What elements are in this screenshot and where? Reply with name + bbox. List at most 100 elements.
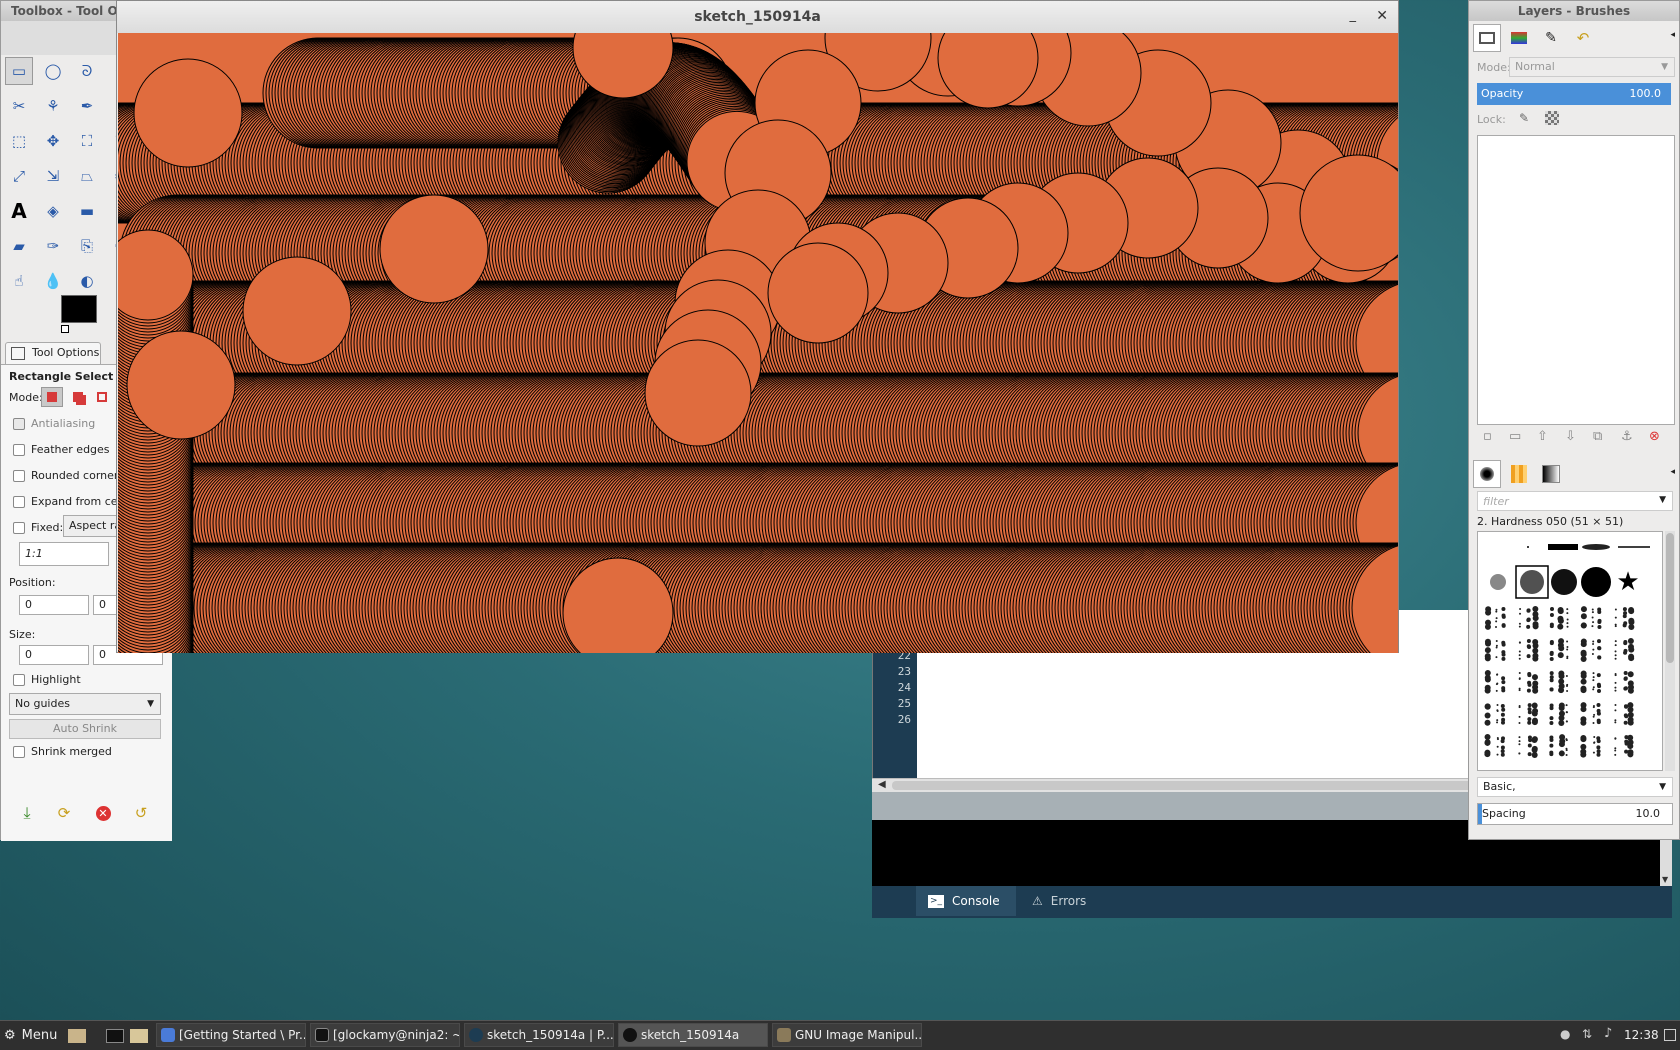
- taskbar-task[interactable]: [Getting Started \ Pr...: [156, 1023, 306, 1047]
- minimize-icon[interactable]: _: [1350, 8, 1357, 23]
- folder-icon[interactable]: [130, 1029, 148, 1043]
- layers-list[interactable]: [1477, 135, 1675, 425]
- delete-options-button[interactable]: ✕: [89, 799, 117, 827]
- scrollbar-thumb[interactable]: [892, 781, 1532, 790]
- tool-paths-button[interactable]: ✒: [73, 92, 101, 120]
- tool-rect-select-button[interactable]: ▭: [5, 57, 33, 85]
- tab-console[interactable]: >_ Console: [916, 886, 1016, 916]
- raise-layer-icon[interactable]: ⇧: [1537, 429, 1548, 444]
- tool-dodge-button[interactable]: ◐: [73, 267, 101, 295]
- mode-replace-button[interactable]: [41, 387, 63, 407]
- brush-grid-scrollbar[interactable]: [1665, 531, 1675, 771]
- scrollbar-thumb[interactable]: [1666, 533, 1674, 663]
- lock-alpha-icon[interactable]: [1545, 111, 1559, 125]
- spacing-slider[interactable]: Spacing 10.0: [1477, 803, 1673, 825]
- brush-thumbnail: [1580, 670, 1602, 694]
- tool-blur-button[interactable]: 💧: [39, 267, 67, 295]
- bg-color-swatch[interactable]: [61, 325, 69, 333]
- tab-errors[interactable]: ⚠ Errors: [1022, 886, 1122, 916]
- tool-perspective-button[interactable]: ⏢: [73, 162, 101, 190]
- tool-clone-button[interactable]: ⎘: [73, 232, 101, 260]
- tab-brushes[interactable]: [1473, 460, 1501, 488]
- tab-channels[interactable]: [1505, 24, 1533, 52]
- brush-grid[interactable]: ★: [1477, 531, 1663, 771]
- tool-move-button[interactable]: ✥: [39, 127, 67, 155]
- taskbar-task[interactable]: [glockamy@ninja2: ~]: [310, 1023, 460, 1047]
- fixed-checkbox[interactable]: [13, 522, 25, 534]
- clock[interactable]: 12:38: [1624, 1028, 1659, 1042]
- fg-color-swatch[interactable]: [61, 295, 97, 323]
- guides-dropdown[interactable]: No guides ▼: [9, 693, 161, 715]
- tool-crop-button[interactable]: ⛶: [73, 127, 101, 155]
- close-icon[interactable]: ✕: [1376, 8, 1388, 24]
- menu-button[interactable]: ⚙ Menu: [4, 1025, 57, 1047]
- tab-gradients[interactable]: [1537, 460, 1565, 488]
- feather-edges-checkbox[interactable]: [13, 444, 25, 456]
- tool-scale-button[interactable]: ⤢: [5, 162, 33, 190]
- restore-options-button[interactable]: ⟳: [50, 799, 78, 827]
- mode-add-button[interactable]: [67, 387, 89, 407]
- lower-layer-icon[interactable]: ⇩: [1565, 429, 1576, 444]
- brush-texture-dot: [1624, 714, 1629, 719]
- tool-text-button[interactable]: A: [5, 197, 33, 225]
- tool-ellipse-select-button[interactable]: ◯: [39, 57, 67, 85]
- antialiasing-label: Antialiasing: [31, 417, 96, 430]
- lock-pixels-icon[interactable]: ✎: [1519, 111, 1529, 125]
- tool-free-select-button[interactable]: ᘐ: [73, 57, 101, 85]
- tool-align-button[interactable]: ⬚: [5, 127, 33, 155]
- tool-foreground-select-button[interactable]: ⚘: [39, 92, 67, 120]
- opacity-slider[interactable]: Opacity 100.0: [1477, 83, 1671, 105]
- tool-options-tab[interactable]: Tool Options: [5, 342, 101, 364]
- ratio-input[interactable]: 1:1: [19, 542, 109, 566]
- mode-subtract-button[interactable]: [93, 387, 111, 407]
- tab-patterns[interactable]: [1505, 460, 1533, 488]
- tool-shear-button[interactable]: ⇲: [39, 162, 67, 190]
- taskbar-task[interactable]: sketch_150914a: [618, 1023, 768, 1047]
- taskbar-task[interactable]: sketch_150914a | P...: [464, 1023, 614, 1047]
- dock-menu-icon[interactable]: ◂: [1670, 467, 1675, 477]
- tool-blend-button[interactable]: ▬: [73, 197, 101, 225]
- delete-icon: ✕: [95, 805, 111, 821]
- taskbar-task[interactable]: GNU Image Manipul...: [772, 1023, 922, 1047]
- delete-layer-icon[interactable]: ⊗: [1649, 429, 1660, 444]
- user-icon[interactable]: ●: [1560, 1027, 1570, 1041]
- tab-paths[interactable]: ✎: [1537, 24, 1565, 52]
- auto-shrink-button[interactable]: Auto Shrink: [9, 719, 161, 739]
- save-options-button[interactable]: ⤓: [13, 799, 41, 827]
- volume-icon[interactable]: ♪: [1604, 1026, 1612, 1041]
- brush-texture-dot: [1518, 721, 1521, 724]
- tool-airbrush-button[interactable]: ✑: [39, 232, 67, 260]
- scroll-left-icon[interactable]: ◀: [878, 779, 886, 790]
- desktop-icon[interactable]: [1664, 1029, 1676, 1041]
- new-layer-group-icon[interactable]: ▭: [1509, 429, 1521, 444]
- scroll-down-icon[interactable]: ▼: [1662, 875, 1668, 884]
- tool-bucket-fill-button[interactable]: ◈: [39, 197, 67, 225]
- new-layer-icon[interactable]: ▫: [1483, 429, 1492, 444]
- terminal-icon[interactable]: [106, 1029, 124, 1043]
- reset-options-button[interactable]: ↺: [127, 799, 155, 827]
- expand-from-center-checkbox[interactable]: [13, 496, 25, 508]
- position-x-input[interactable]: 0: [19, 595, 89, 615]
- brush-filter-input[interactable]: filter ▼: [1477, 491, 1673, 511]
- rounded-corners-checkbox[interactable]: [13, 470, 25, 482]
- tab-undo-history[interactable]: ↶: [1569, 24, 1597, 52]
- shrink-merged-checkbox[interactable]: [13, 746, 25, 758]
- sketch-canvas[interactable]: [118, 33, 1398, 653]
- brush-texture-dot: [1501, 650, 1506, 655]
- tool-eraser-button[interactable]: ▰: [5, 232, 33, 260]
- tool-smudge-button[interactable]: ☝: [5, 267, 33, 295]
- tab-layers[interactable]: [1473, 24, 1501, 52]
- tool-scissors-button[interactable]: ✂: [5, 92, 33, 120]
- dock-menu-icon[interactable]: ◂: [1670, 30, 1675, 40]
- layer-mode-dropdown[interactable]: Normal ▼: [1509, 57, 1675, 77]
- airbrush-icon: ✑: [46, 237, 60, 255]
- antialiasing-checkbox[interactable]: [13, 418, 25, 430]
- brush-tag-dropdown[interactable]: Basic, ▼: [1477, 777, 1673, 797]
- file-manager-icon[interactable]: [68, 1029, 86, 1043]
- highlight-checkbox[interactable]: [13, 674, 25, 686]
- sketch-head-circle: [126, 330, 236, 440]
- duplicate-layer-icon[interactable]: ⧉: [1593, 429, 1602, 444]
- anchor-layer-icon[interactable]: ⚓: [1621, 429, 1633, 444]
- network-icon[interactable]: ⇅: [1582, 1027, 1592, 1041]
- size-x-input[interactable]: 0: [19, 645, 89, 665]
